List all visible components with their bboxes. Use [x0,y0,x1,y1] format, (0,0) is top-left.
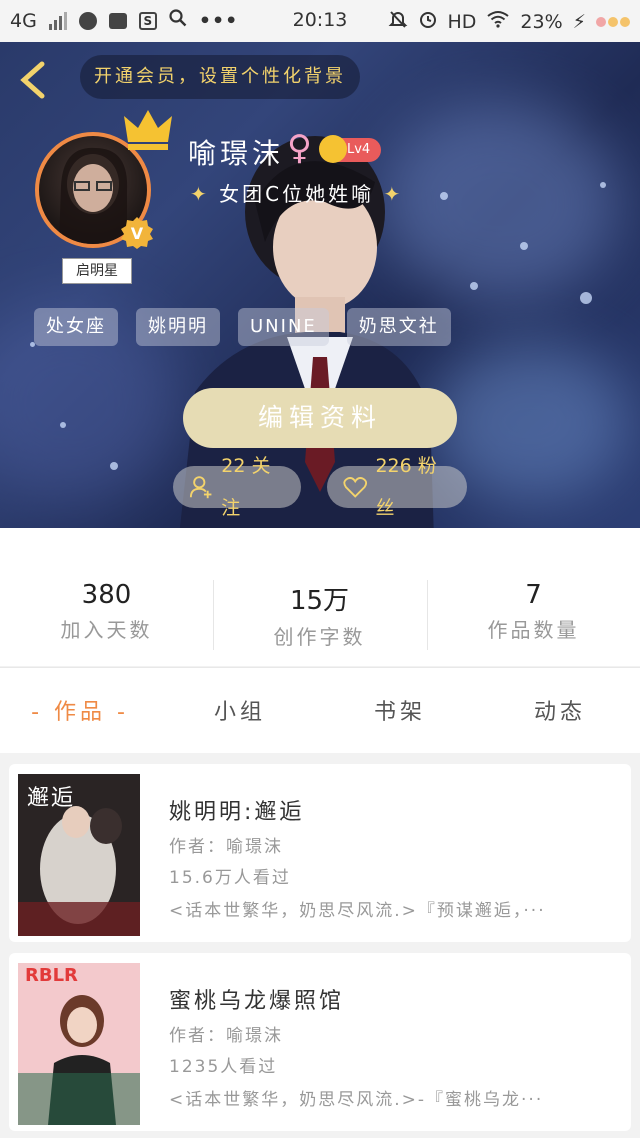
stat-works-count: 7 作品数量 [487,580,580,642]
status-bar: 4G S ••• 20:13 HD 23% ⚡ [0,0,640,42]
wifi-icon [486,10,510,33]
followers-button[interactable]: 226 粉丝 [327,455,467,519]
app-dots-icon [596,16,630,27]
stat-word-count: 15万 创作字数 [273,586,366,649]
battery-percent: 23% [520,10,563,33]
verified-tag: 启明星 [62,258,132,284]
profile-tag[interactable]: UNINE [238,308,329,346]
work-views: 1235人看过 [169,1057,278,1077]
tab-activity[interactable]: 动态 [480,694,640,726]
stats-panel: 380 加入天数 15万 创作字数 7 作品数量 [0,528,640,666]
vip-banner[interactable]: 开通会员，设置个性化背景 [80,55,360,99]
book-cover-title: 邂逅 [27,786,76,811]
verified-badge-icon: V [121,217,153,249]
sparkle-icon: ✦ [190,182,210,206]
work-description: <话本世繁华，奶思尽风流.>-『蜜桃乌龙··· [169,1090,544,1110]
work-views: 15.6万人看过 [169,868,291,888]
alarm-icon [418,9,438,34]
book-cover-title: RBLR [25,965,78,986]
chevron-left-icon [20,61,45,99]
charging-icon: ⚡ [572,10,586,33]
list-item[interactable]: RBLR 蜜桃乌龙爆照馆 作者：喻璟沫 1235人看过 <话本世繁华，奶思尽风流… [9,953,631,1131]
profile-tag[interactable]: 处女座 [34,308,118,346]
profile-tag[interactable]: 奶思文社 [346,308,451,346]
sparkle-icon: ✦ [383,182,404,206]
list-item[interactable]: 邂逅 姚明明:邂逅 作者：喻璟沫 15.6万人看过 <话本世繁华，奶思尽风流.>… [9,764,631,942]
profile-header [0,42,640,528]
back-button[interactable] [18,60,48,100]
level-coin-icon [319,135,347,163]
user-add-icon [189,476,212,499]
stat-join-days: 380 加入天数 [60,580,153,642]
tab-works[interactable]: - 作品 - [0,694,160,726]
work-title: 姚明明:邂逅 [169,800,305,825]
profile-tag[interactable]: 姚明明 [136,308,220,346]
tab-groups[interactable]: 小组 [160,694,320,726]
edit-profile-button[interactable]: 编辑资料 [183,388,457,448]
user-name: 喻璟沫 [188,137,285,170]
book-cover [18,963,140,1125]
crown-icon [124,110,172,150]
profile-tags: 处女座 姚明明 UNINE 奶思文社 [34,308,451,346]
following-button[interactable]: 22 关注 [173,455,301,519]
female-icon: ♀ [287,128,312,168]
work-title: 蜜桃乌龙爆照馆 [169,989,345,1014]
svg-text:V: V [131,224,144,243]
work-author: 作者：喻璟沫 [169,837,283,857]
hd-indicator: HD [447,10,477,33]
works-list: 邂逅 姚明明:邂逅 作者：喻璟沫 15.6万人看过 <话本世繁华，奶思尽风流.>… [0,753,640,1138]
work-author: 作者：喻璟沫 [169,1026,283,1046]
level-badge: Lv4 [319,135,381,163]
heart-icon [343,477,368,498]
content-tabs: - 作品 - 小组 书架 动态 [0,667,640,754]
tab-bookshelf[interactable]: 书架 [320,694,480,726]
mute-icon [388,9,408,34]
user-motto: ✦ 女团C位她姓喻 ✦ [190,182,404,206]
work-description: <话本世繁华，奶思尽风流.>『预谋邂逅，··· [169,901,546,921]
